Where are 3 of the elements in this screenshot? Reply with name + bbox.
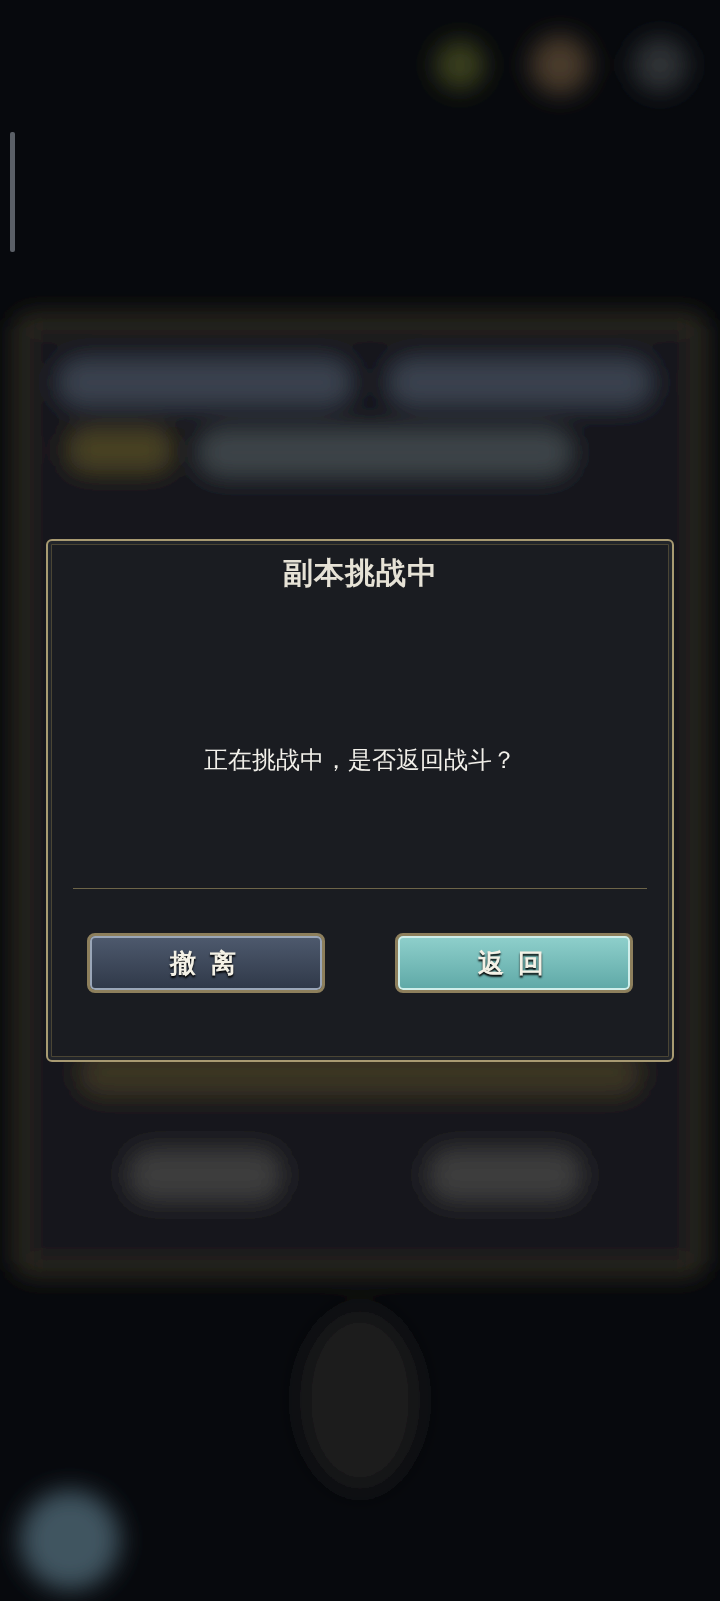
dialog-message: 正在挑战中，是否返回战斗？ xyxy=(204,745,516,776)
leave-button[interactable]: 撤离 xyxy=(87,933,325,993)
dialog-title: 副本挑战中 xyxy=(282,554,438,592)
